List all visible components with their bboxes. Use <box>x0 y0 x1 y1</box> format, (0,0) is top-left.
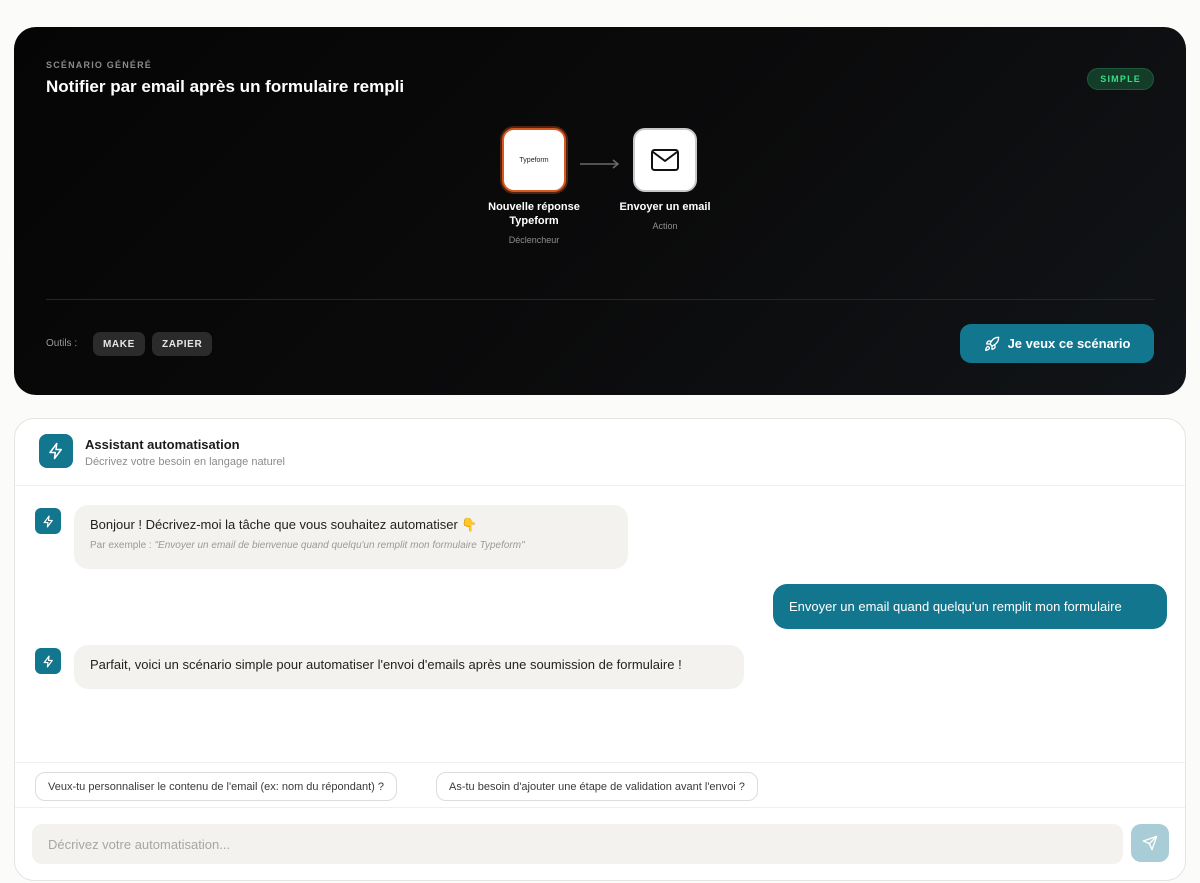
suggestion-chip[interactable]: As-tu besoin d'ajouter une étape de vali… <box>436 772 758 801</box>
scenario-card: SCÉNARIO GÉNÉRÉ Notifier par email après… <box>14 27 1186 395</box>
action-node-role: Action <box>652 221 678 231</box>
trigger-node[interactable]: Typeform Nouvelle réponse Typeform Décle… <box>484 128 584 245</box>
workflow-diagram: Typeform Nouvelle réponse Typeform Décle… <box>14 27 1186 287</box>
action-node-name: Envoyer un email <box>619 201 711 213</box>
trigger-node-role: Déclencheur <box>508 235 560 245</box>
assistant-title: Assistant automatisation <box>85 437 240 452</box>
tool-chip-zapier: ZAPIER <box>152 332 213 356</box>
bot-message: Parfait, voici un scénario simple pour a… <box>74 645 744 689</box>
typeform-logo-text: Typeform <box>519 156 549 164</box>
assistant-subtitle: Décrivez votre besoin en langage naturel <box>85 456 285 468</box>
user-message-text: Envoyer un email quand quelqu'un remplit… <box>789 599 1122 614</box>
suggestions-bar: Veux-tu personnaliser le contenu de l'em… <box>15 762 1185 808</box>
bot-avatar-icon <box>35 508 61 534</box>
hint-prefix: Par exemple : <box>90 540 155 551</box>
bot-avatar-icon <box>35 648 61 674</box>
bot-message: Bonjour ! Décrivez-moi la tâche que vous… <box>74 505 628 569</box>
suggestion-chip[interactable]: Veux-tu personnaliser le contenu de l'em… <box>35 772 397 801</box>
send-icon <box>1142 835 1158 851</box>
lightning-icon <box>39 434 73 468</box>
tools-label: Outils : <box>46 338 78 349</box>
mail-icon <box>633 128 697 192</box>
rocket-icon <box>984 336 999 351</box>
trigger-node-name: Nouvelle réponse Typeform <box>488 201 580 227</box>
bot-message-hint: Par exemple : "Envoyer un email de bienv… <box>90 540 612 551</box>
send-button[interactable] <box>1131 824 1169 862</box>
user-message: Envoyer un email quand quelqu'un remplit… <box>773 584 1167 629</box>
bot-message-text: Parfait, voici un scénario simple pour a… <box>90 657 682 672</box>
tool-chip-make: MAKE <box>93 332 145 356</box>
assistant-header: Assistant automatisation Décrivez votre … <box>15 419 1185 486</box>
action-node[interactable]: Envoyer un email Action <box>615 128 715 231</box>
divider <box>46 299 1154 300</box>
want-scenario-button[interactable]: Je veux ce scénario <box>960 324 1154 363</box>
want-scenario-label: Je veux ce scénario <box>1007 336 1131 351</box>
bot-message-text: Bonjour ! Décrivez-moi la tâche que vous… <box>90 517 478 532</box>
automation-input[interactable] <box>32 824 1123 864</box>
assistant-panel: Assistant automatisation Décrivez votre … <box>14 418 1186 881</box>
hint-example: "Envoyer un email de bienvenue quand que… <box>154 540 525 551</box>
typeform-logo: Typeform <box>502 128 566 192</box>
